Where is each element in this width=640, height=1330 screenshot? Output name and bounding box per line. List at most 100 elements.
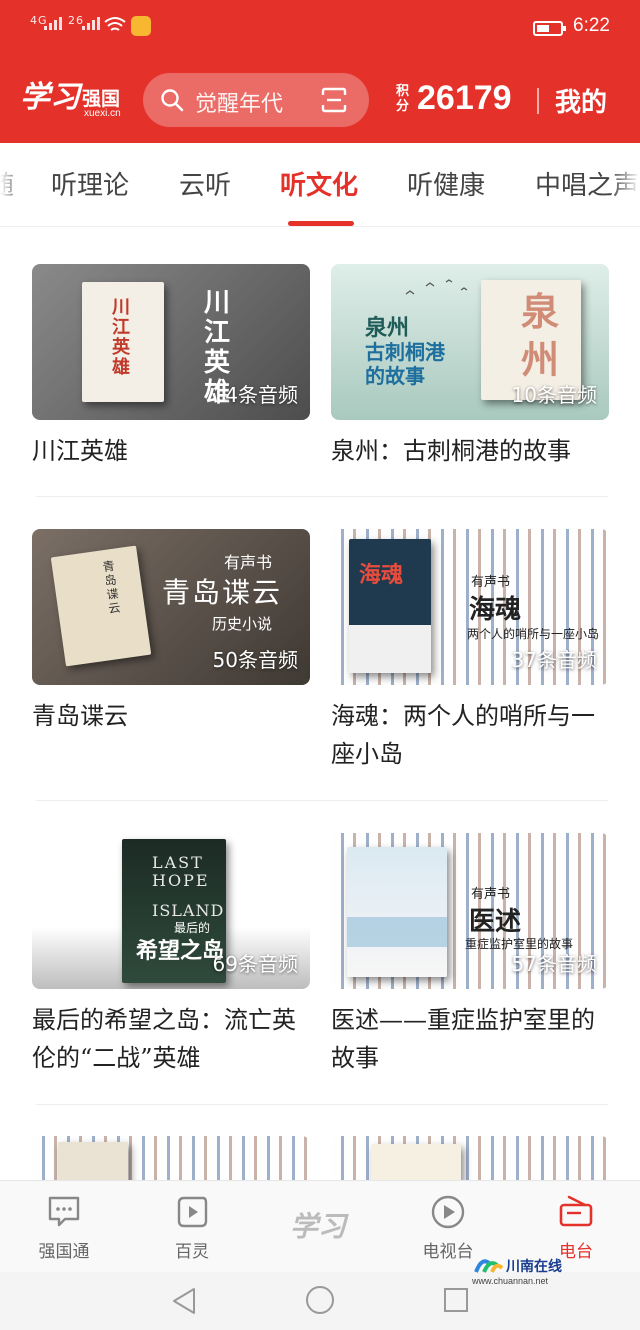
scan-icon[interactable] <box>320 87 348 113</box>
cover-tag: 有声书 <box>471 887 511 902</box>
logo-url: xuexi.cn <box>84 108 121 119</box>
card-thumbnail: 川江英雄 川江英雄 4条音频 <box>32 264 310 420</box>
audio-card[interactable]: LAST HOPE ISLAND 最后的 希望之岛 69条音频 最后的希望之岛：… <box>32 833 310 1077</box>
card-title: 最后的希望之岛：流亡英伦的“二战”英雄 <box>32 1006 296 1072</box>
logo-script: 学习 <box>20 80 80 115</box>
search-icon <box>161 89 184 112</box>
card-thumbnail: 海魂 有声书 海魂 两个人的哨所与一座小岛 37条音频 <box>331 529 609 685</box>
wifi-icon <box>104 17 126 31</box>
book-title-vertical: 青岛谍云 <box>101 558 122 616</box>
tab-listen-health[interactable]: 听健康 <box>407 165 485 202</box>
header-divider <box>537 88 539 114</box>
xuexi-logo[interactable]: 学习 强国 xuexi.cn <box>20 72 121 119</box>
card-thumbnail: LAST HOPE ISLAND 最后的 希望之岛 69条音频 <box>32 833 310 989</box>
audio-card[interactable]: 有声书 医述 重症监护室里的故事 57条音频 医述——重症监护室里的故事 <box>331 833 609 1077</box>
book-cover: 海魂 <box>349 539 431 673</box>
cover-zh-2: 希望之岛 <box>136 938 225 964</box>
audio-card[interactable]: 泉州 古刺桐港 的故事 泉州 10条音频 泉州：古刺桐港的故事 <box>331 264 609 470</box>
tab-cloud-listen[interactable]: 云听 <box>179 165 231 202</box>
watermark-url: www.chuannan.net <box>472 1276 549 1286</box>
status-bar: 4G 26 6:22 <box>0 0 640 56</box>
audio-count: 37条音频 <box>511 648 597 672</box>
audio-count: 57条音频 <box>511 952 597 976</box>
book-cover: 青岛谍云 <box>50 545 152 667</box>
cover-subtitle: 两个人的哨所与一座小岛 <box>467 627 600 641</box>
tabs-fade-right <box>610 143 640 226</box>
card-thumbnail <box>331 1136 609 1180</box>
search-input[interactable]: 觉醒年代 <box>195 86 283 118</box>
card-title: 泉州：古刺桐港的故事 <box>331 437 571 465</box>
book-cover: LAST HOPE ISLAND 最后的 希望之岛 <box>122 839 226 983</box>
cover-main-title: 医述 <box>469 907 522 937</box>
radio-icon <box>559 1195 593 1227</box>
audio-card[interactable]: 海魂 有声书 海魂 两个人的哨所与一座小岛 37条音频 海魂：两个人的哨所与一座… <box>331 529 609 773</box>
book-cover <box>347 847 447 977</box>
audio-count: 4条音频 <box>225 383 298 407</box>
card-title: 川江英雄 <box>32 437 128 465</box>
nav-radio[interactable]: 电台 <box>516 1193 636 1262</box>
watermark-name: 川南在线 <box>506 1259 562 1275</box>
audio-card-partial[interactable] <box>331 1136 609 1180</box>
card-thumbnail: 青岛谍云 有声书 青岛谍云 历史小说 50条音频 <box>32 529 310 685</box>
book-title: 海魂 <box>359 562 404 588</box>
app-header: 4G 26 6:22 学习 强国 xuexi.cn 觉醒年代 积分 26179 … <box>0 0 640 143</box>
cover-title-3: 的故事 <box>365 364 425 388</box>
signal-2-icon <box>82 17 100 30</box>
book-tint <box>347 917 447 947</box>
clock: 6:22 <box>573 15 610 36</box>
row-divider <box>36 800 608 801</box>
nav-bailing[interactable]: 百灵 <box>132 1193 252 1262</box>
book-big-title: 泉州 <box>521 289 560 382</box>
points-value[interactable]: 26179 <box>417 79 512 118</box>
book-title-vertical: 川江英雄 <box>112 297 130 378</box>
active-tab-indicator <box>288 221 354 226</box>
row-divider <box>36 496 608 497</box>
card-thumbnail: 泉州 古刺桐港 的故事 泉州 10条音频 <box>331 264 609 420</box>
notification-app-icon <box>131 16 151 36</box>
card-title: 医述——重症监护室里的故事 <box>331 1006 595 1072</box>
audio-count: 69条音频 <box>212 952 298 976</box>
cover-main-title: 海魂 <box>469 595 522 625</box>
nav-label: 百灵 <box>175 1242 209 1262</box>
audio-card[interactable]: 青岛谍云 有声书 青岛谍云 历史小说 50条音频 青岛谍云 <box>32 529 310 735</box>
card-thumbnail: 有声书 医述 重症监护室里的故事 57条音频 <box>331 833 609 989</box>
cover-en-2: HOPE <box>152 871 210 890</box>
cover-subtitle: 历史小说 <box>212 615 273 633</box>
card-thumbnail <box>32 1136 310 1180</box>
play-circle-icon <box>431 1195 465 1229</box>
home-icon[interactable] <box>305 1285 335 1315</box>
tab-listen-theory[interactable]: 听理论 <box>51 165 129 202</box>
category-tabs: 随 听理论 云听 听文化 听健康 中唱之声 <box>0 143 640 227</box>
back-icon[interactable] <box>170 1286 198 1316</box>
audio-card[interactable]: 川江英雄 川江英雄 4条音频 川江英雄 <box>32 264 310 470</box>
tab-listen-culture[interactable]: 听文化 <box>280 165 358 202</box>
audio-count: 50条音频 <box>212 648 298 672</box>
card-title: 青岛谍云 <box>32 702 128 730</box>
book-cover <box>58 1142 128 1180</box>
nav-qiangguotong[interactable]: 强国通 <box>4 1193 124 1262</box>
recents-icon[interactable] <box>442 1286 470 1314</box>
cover-tag: 有声书 <box>471 575 511 590</box>
battery-icon <box>533 21 566 36</box>
nav-tv[interactable]: 电视台 <box>388 1193 508 1262</box>
watermark: 川南在线 www.chuannan.net <box>470 1254 570 1294</box>
book-cover <box>371 1144 461 1180</box>
cover-en-3: ISLAND <box>152 901 225 920</box>
audio-card-partial[interactable] <box>32 1136 310 1180</box>
nav-label: 强国通 <box>38 1242 90 1262</box>
cover-main-title: 青岛谍云 <box>162 576 283 609</box>
watermark-logo <box>474 1259 504 1273</box>
xuexi-center-logo[interactable]: 学习 <box>290 1205 346 1245</box>
row-divider <box>36 1104 608 1105</box>
chat-icon <box>48 1196 80 1227</box>
card-title: 海魂：两个人的哨所与一座小岛 <box>331 702 595 768</box>
tabs-fade-left <box>0 143 24 226</box>
cover-tag: 有声书 <box>224 553 273 572</box>
logo-name: 强国 <box>82 88 121 110</box>
points-label: 积分 <box>396 84 410 114</box>
birds-decoration <box>405 279 468 295</box>
book-lower-band <box>349 625 431 673</box>
play-square-icon <box>177 1196 208 1228</box>
mine-button[interactable]: 我的 <box>555 82 607 119</box>
book-cover: 川江英雄 <box>82 282 164 402</box>
